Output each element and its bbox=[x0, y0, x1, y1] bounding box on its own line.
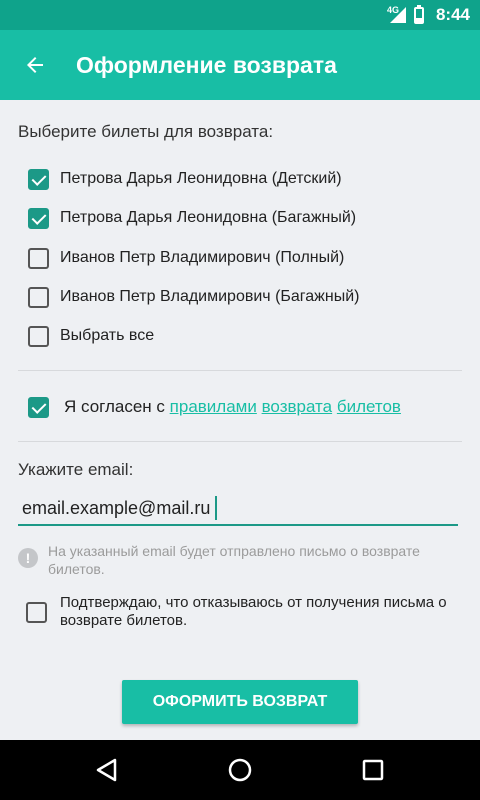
submit-return-button[interactable]: ОФОРМИТЬ ВОЗВРАТ bbox=[122, 680, 358, 724]
navigation-bar bbox=[0, 740, 480, 800]
return-form: Выберите билеты для возврата: Петрова Да… bbox=[0, 100, 480, 740]
agreement-checkbox[interactable] bbox=[28, 396, 49, 418]
ticket-label: Иванов Петр Владимирович (Полный) bbox=[60, 249, 345, 266]
clock: 8:44 bbox=[435, 5, 470, 24]
text-cursor bbox=[215, 496, 217, 520]
circle-home-icon bbox=[228, 758, 252, 782]
triangle-back-icon bbox=[96, 758, 116, 782]
agreement-text: Я согласен с правилами возврата билетов bbox=[64, 397, 401, 417]
info-icon: ! bbox=[18, 548, 38, 568]
network-label: 4G bbox=[386, 5, 399, 15]
select-all-item[interactable]: Выбрать все bbox=[28, 321, 154, 351]
status-bar: 4G 8:44 bbox=[0, 0, 480, 30]
battery-icon bbox=[413, 4, 424, 24]
ticket-label: Петрова Дарья Леонидовна (Багажный) bbox=[60, 209, 357, 226]
back-button[interactable] bbox=[0, 30, 70, 100]
ticket-label: Петрова Дарья Леонидовна (Детский) bbox=[60, 170, 342, 187]
select-all-label: Выбрать все bbox=[60, 327, 155, 344]
nav-home-button[interactable] bbox=[215, 745, 265, 795]
app-bar: Оформление возврата bbox=[0, 30, 480, 100]
ticket-checkbox[interactable] bbox=[28, 168, 49, 190]
select-all-checkbox[interactable] bbox=[28, 325, 49, 347]
ticket-checkbox[interactable] bbox=[28, 286, 49, 308]
ticket-checkbox[interactable] bbox=[28, 247, 49, 269]
confirm-label: Подтверждаю, что отказываюсь от получени… bbox=[60, 594, 447, 629]
email-info-text: На указанный email будет отправлено пись… bbox=[48, 543, 420, 577]
email-field[interactable] bbox=[18, 492, 458, 526]
return-link[interactable]: возврата bbox=[262, 397, 333, 416]
status-icons: 4G 8:44 bbox=[386, 4, 470, 25]
ticket-label: Иванов Петр Владимирович (Багажный) bbox=[60, 288, 360, 305]
ticket-checkbox[interactable] bbox=[28, 207, 49, 229]
ticket-item[interactable]: Иванов Петр Владимирович (Багажный) bbox=[28, 282, 359, 312]
ticket-item[interactable]: Иванов Петр Владимирович (Полный) bbox=[28, 243, 344, 273]
email-label: Укажите email: bbox=[18, 460, 134, 479]
email-input[interactable] bbox=[18, 492, 458, 524]
confirm-checkbox[interactable] bbox=[26, 602, 47, 623]
agreement-row[interactable]: Я согласен с правилами возврата билетов bbox=[28, 392, 401, 422]
email-info: ! На указанный email будет отправлено пи… bbox=[18, 542, 462, 578]
arrow-left-icon bbox=[27, 57, 43, 73]
battery-fill bbox=[415, 17, 422, 22]
nav-recents-button[interactable] bbox=[348, 745, 398, 795]
nav-back-button[interactable] bbox=[82, 745, 132, 795]
tickets-section-label: Выберите билеты для возврата: bbox=[18, 122, 274, 141]
confirm-row[interactable]: Подтверждаю, что отказываюсь от получени… bbox=[26, 594, 456, 630]
rules-link[interactable]: правилами bbox=[170, 397, 257, 416]
divider bbox=[18, 370, 462, 371]
square-recents-icon bbox=[363, 759, 384, 781]
agreement-prefix: Я согласен с bbox=[64, 397, 165, 416]
network-icon: 4G bbox=[386, 5, 406, 23]
page-title: Оформление возврата bbox=[76, 51, 337, 78]
divider bbox=[18, 441, 462, 442]
ticket-item[interactable]: Петрова Дарья Леонидовна (Багажный) bbox=[28, 203, 356, 233]
tickets-link[interactable]: билетов bbox=[337, 397, 401, 416]
ticket-item[interactable]: Петрова Дарья Леонидовна (Детский) bbox=[28, 164, 342, 194]
